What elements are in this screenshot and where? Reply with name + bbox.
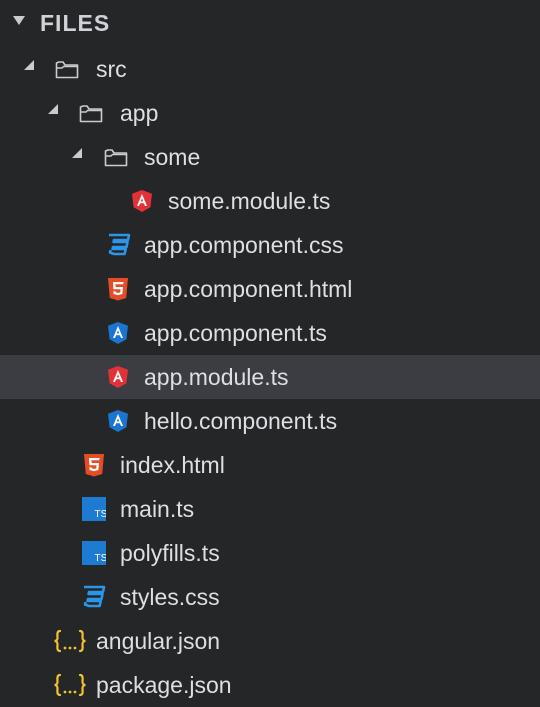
tree-item-app[interactable]: app (0, 91, 540, 135)
tree-item-label: polyfills.ts (120, 540, 220, 566)
tree-item-label: src (96, 56, 127, 82)
tree-item-some-module-ts[interactable]: some.module.ts (0, 179, 540, 223)
svg-text:TS: TS (95, 553, 107, 564)
angular-blue-icon (108, 322, 128, 344)
tree-item-package-json[interactable]: package.json (0, 663, 540, 707)
files-header-title: FILES (40, 10, 111, 36)
json-icon (54, 629, 86, 653)
tree-item-polyfills-ts[interactable]: TS polyfills.ts (0, 531, 540, 575)
svg-text:TS: TS (95, 509, 107, 520)
tree-item-main-ts[interactable]: TS main.ts (0, 487, 540, 531)
tree-item-label: app (120, 100, 159, 126)
files-header[interactable]: FILES (0, 0, 540, 46)
collapse-caret-icon[interactable] (13, 16, 25, 25)
expand-arrow-icon[interactable] (72, 148, 82, 158)
expand-arrow-icon[interactable] (48, 104, 58, 114)
tree-item-src[interactable]: src (0, 47, 540, 91)
expand-arrow-icon[interactable] (24, 60, 34, 70)
tree-item-angular-json[interactable]: angular.json (0, 619, 540, 663)
angular-red-icon (108, 366, 128, 388)
tree-item-label: app.component.html (144, 276, 353, 302)
angular-red-icon (132, 190, 152, 212)
tree-item-styles-css[interactable]: styles.css (0, 575, 540, 619)
tree-item-some[interactable]: some (0, 135, 540, 179)
angular-blue-icon (108, 410, 128, 432)
json-icon (54, 673, 86, 697)
tree-item-label: app.component.ts (144, 320, 327, 346)
folder-open-icon (79, 105, 103, 123)
folder-open-icon (104, 149, 128, 167)
tree-item-app-component-css[interactable]: app.component.css (0, 223, 540, 267)
tree-item-label: some (144, 144, 201, 170)
tree-item-label: package.json (96, 672, 232, 698)
tree-item-label: app.module.ts (144, 364, 289, 390)
tree-item-label: app.component.css (144, 232, 344, 258)
tree-item-label: some.module.ts (168, 188, 331, 214)
typescript-icon: TS (82, 541, 106, 565)
tree-item-label: hello.component.ts (144, 408, 338, 434)
tree-item-label: angular.json (96, 628, 221, 654)
typescript-icon: TS (82, 497, 106, 521)
tree-item-index-html[interactable]: index.html (0, 443, 540, 487)
css-icon (83, 585, 106, 608)
html5-icon (84, 454, 104, 477)
tree-item-label: main.ts (120, 496, 195, 522)
css-icon (108, 233, 131, 256)
folder-open-icon (55, 61, 79, 79)
tree-item-label: index.html (120, 452, 225, 478)
file-explorer-panel: FILES src app some some.module.ts app.co… (0, 0, 540, 702)
tree-item-hello-component-ts[interactable]: hello.component.ts (0, 399, 540, 443)
html5-icon (108, 278, 128, 301)
tree-item-app-module-ts[interactable]: app.module.ts (0, 355, 540, 399)
tree-item-app-component-ts[interactable]: app.component.ts (0, 311, 540, 355)
tree-item-label: styles.css (120, 584, 220, 610)
tree-item-app-component-html[interactable]: app.component.html (0, 267, 540, 311)
